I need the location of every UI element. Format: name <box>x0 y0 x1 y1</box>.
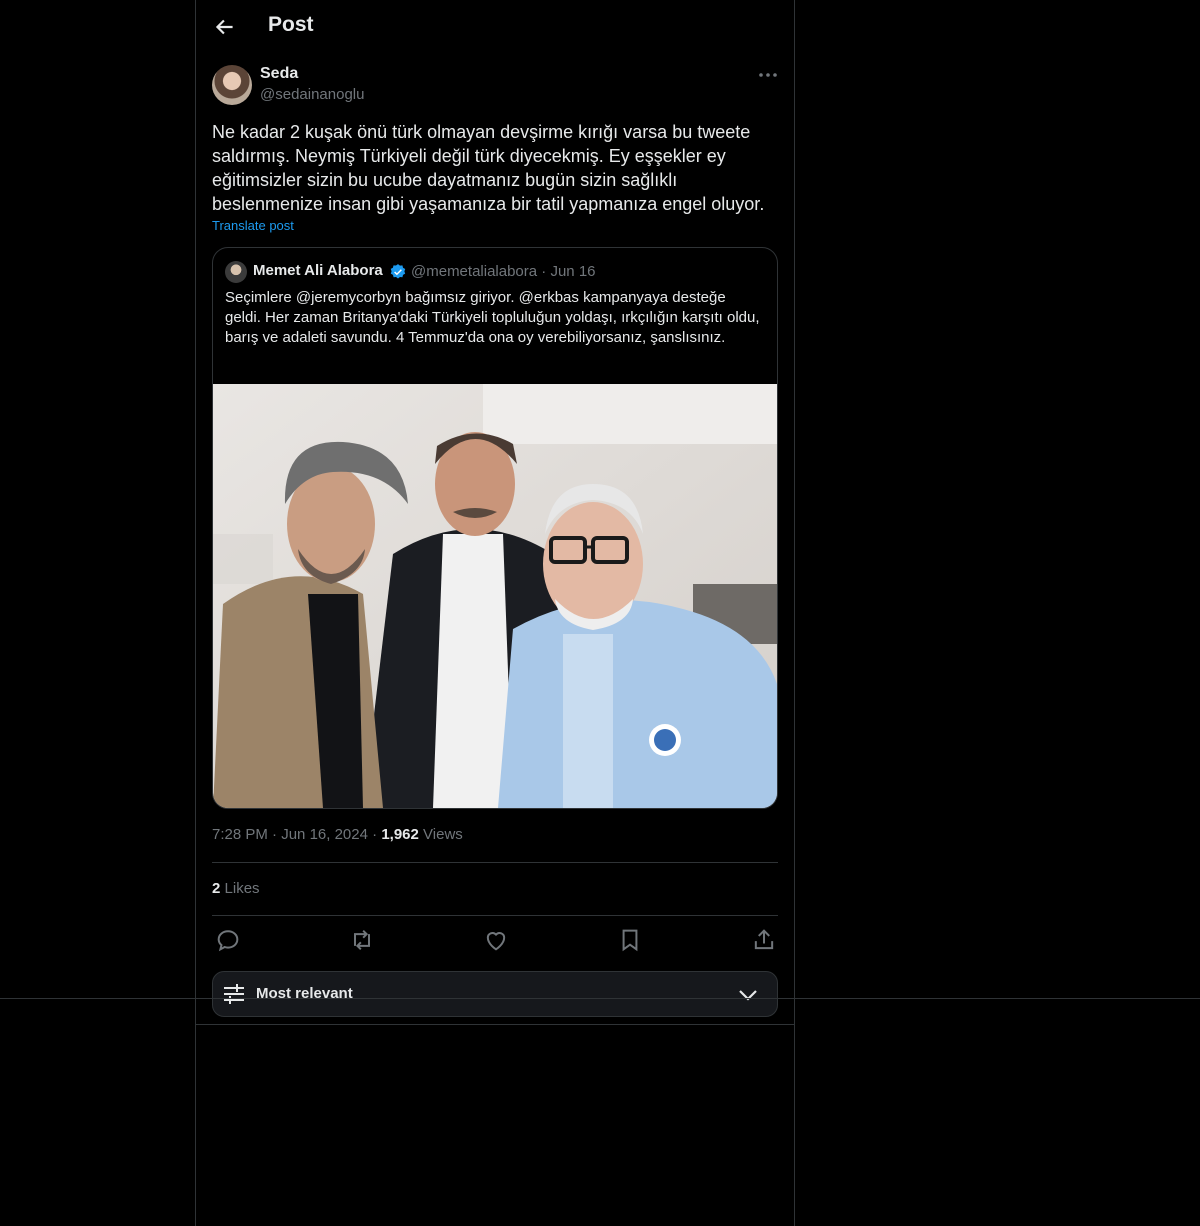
sliders-icon <box>224 984 244 1004</box>
verified-badge-icon <box>390 264 406 279</box>
quoted-handle-date: @memetalialabora · Jun 16 <box>411 263 596 280</box>
divider <box>212 862 778 863</box>
author-handle[interactable]: @sedainanoglu <box>260 86 364 103</box>
quoted-photo[interactable] <box>213 384 777 808</box>
photo-illustration <box>213 384 777 808</box>
reply-icon[interactable] <box>214 926 242 954</box>
dot-separator: · <box>272 826 282 843</box>
like-icon[interactable] <box>482 926 510 954</box>
views-label: Views <box>423 826 463 843</box>
quoted-text: Seçimlere @jeremycorbyn bağımsız giriyor… <box>225 289 760 346</box>
divider <box>212 915 778 916</box>
likes-count: 2 <box>212 880 221 897</box>
dot-separator: · <box>372 826 382 843</box>
post-time[interactable]: 7:28 PM <box>212 826 268 843</box>
likes-label: Likes <box>224 880 260 897</box>
sort-label: Most relevant <box>256 985 353 1002</box>
views-count: 1,962 <box>381 826 419 843</box>
post-meta: 7:28 PM · Jun 16, 2024 · 1,962 Views <box>212 826 463 843</box>
translate-post-link[interactable]: Translate post <box>212 218 294 233</box>
more-options-icon[interactable] <box>756 64 780 86</box>
chevron-down-icon <box>739 990 757 1001</box>
bookmark-icon[interactable] <box>616 926 644 954</box>
quoted-author-handle: @memetalialabora <box>411 263 538 280</box>
quoted-author-name: Memet Ali Alabora <box>253 262 383 279</box>
quoted-date: Jun 16 <box>550 263 596 280</box>
horizontal-guide-line <box>0 998 1200 999</box>
post-date[interactable]: Jun 16, 2024 <box>281 826 368 843</box>
repost-icon[interactable] <box>348 926 376 954</box>
quoted-avatar <box>225 261 247 283</box>
author-name[interactable]: Seda <box>260 65 298 83</box>
main-column: Post Seda @sedainanoglu Ne kadar 2 kuşak… <box>195 0 795 1226</box>
arrow-left-icon[interactable] <box>212 14 238 40</box>
quoted-post[interactable]: Memet Ali Alabora @memetalialabora · Jun… <box>212 247 778 809</box>
sort-replies-dropdown[interactable]: Most relevant <box>212 971 778 1017</box>
likes-summary[interactable]: 2 Likes <box>212 880 260 897</box>
avatar[interactable] <box>212 65 252 105</box>
divider <box>196 1024 794 1025</box>
share-icon[interactable] <box>750 926 778 954</box>
page-title: Post <box>268 13 314 36</box>
top-header: Post <box>196 0 794 54</box>
post-text: Ne kadar 2 kuşak önü türk olmayan devşir… <box>212 122 765 214</box>
